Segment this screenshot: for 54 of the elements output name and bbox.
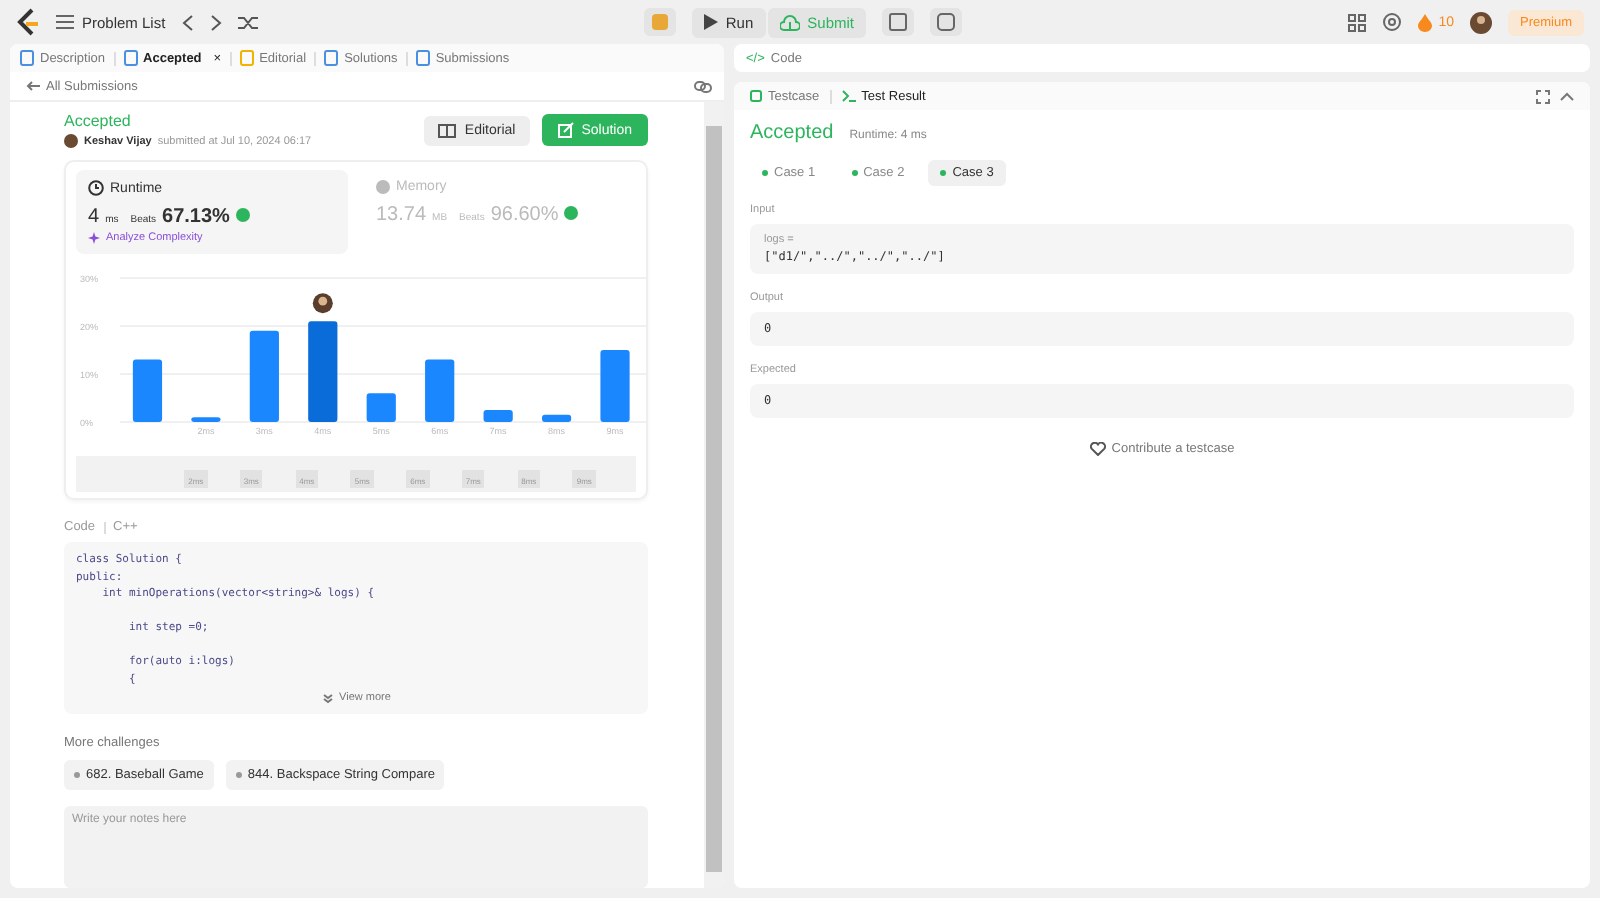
cloud-upload-icon	[779, 13, 800, 31]
clock-icon	[88, 180, 104, 196]
stat-value: 4	[88, 206, 100, 228]
checkbox-icon	[750, 90, 762, 102]
scrollbar[interactable]	[704, 102, 724, 888]
badge-icon	[235, 208, 250, 222]
dot-icon	[235, 772, 242, 778]
dot-icon	[762, 170, 768, 176]
dot-icon	[940, 170, 947, 176]
settings-icon[interactable]	[1382, 12, 1403, 32]
bar[interactable]	[308, 321, 338, 422]
dot-icon	[851, 170, 858, 176]
bar[interactable]	[541, 414, 572, 422]
play-icon	[703, 14, 718, 30]
avatar-icon[interactable]	[1470, 11, 1492, 33]
beats-percent: 67.13%	[162, 206, 230, 228]
badge-icon	[564, 206, 579, 220]
stat-value: 13.74	[376, 204, 427, 226]
list-icon	[56, 14, 74, 30]
tab-icon	[415, 50, 430, 66]
bar[interactable]	[132, 359, 163, 422]
avatar-icon	[312, 293, 333, 314]
logo-icon[interactable]	[16, 8, 40, 36]
submission-status: Accepted	[64, 112, 133, 130]
tab-icon	[20, 50, 34, 66]
book-icon	[438, 123, 457, 137]
terminal-icon	[841, 90, 856, 102]
bar[interactable]	[425, 359, 455, 422]
avatar-icon	[64, 134, 78, 148]
collapse-icon[interactable]	[1560, 91, 1574, 101]
result-status: Accepted	[750, 122, 834, 144]
bar[interactable]	[191, 417, 221, 422]
link-icon[interactable]	[694, 79, 712, 93]
bar[interactable]	[366, 393, 396, 422]
beats-percent: 96.60%	[490, 204, 559, 226]
chevron-down-icon	[321, 693, 334, 703]
dot-icon	[74, 772, 80, 778]
bar[interactable]	[483, 410, 513, 422]
tab-icon	[123, 50, 138, 66]
heart-icon	[1089, 442, 1106, 456]
sparkle-icon	[88, 232, 100, 244]
previous-icon[interactable]	[181, 13, 194, 31]
timer-icon[interactable]	[882, 8, 914, 36]
edit-icon	[557, 122, 574, 138]
flame-icon	[1418, 13, 1433, 31]
bar[interactable]	[249, 330, 279, 422]
back-arrow-icon	[26, 80, 40, 92]
expand-icon[interactable]	[1536, 89, 1550, 103]
next-icon[interactable]	[209, 13, 222, 31]
note-icon[interactable]	[930, 8, 962, 36]
tab-icon	[239, 50, 254, 66]
layout-icon[interactable]	[1348, 13, 1367, 31]
shuffle-icon[interactable]	[237, 13, 258, 31]
tab-icon	[324, 50, 339, 66]
